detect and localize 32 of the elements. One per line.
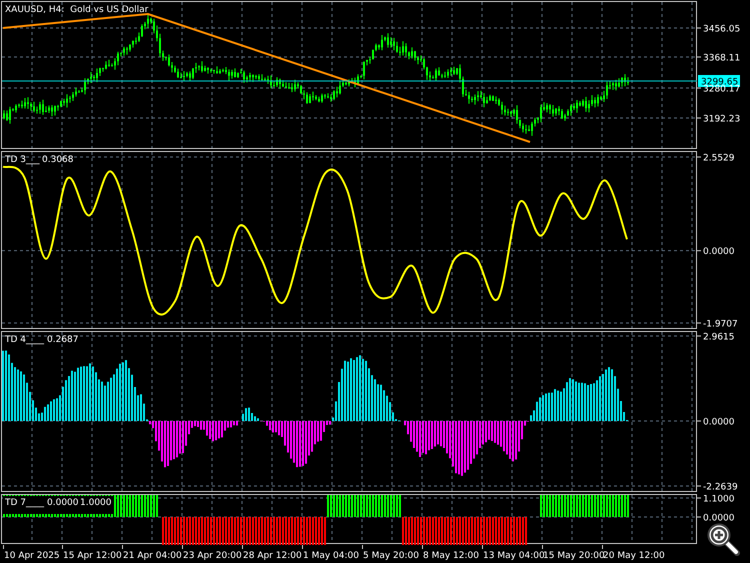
time-axis-label: 15 Apr 12:00 xyxy=(63,551,122,561)
time-axis-label: 20 May 12:00 xyxy=(603,551,665,561)
axis-label: 3280.17 xyxy=(703,84,740,94)
time-axis-label: 5 May 20:00 xyxy=(363,551,419,561)
time-axis-label: 10 Apr 2025 xyxy=(4,551,60,561)
axis-label: 3192.23 xyxy=(703,114,740,124)
indicator-value: 0.0000 xyxy=(47,498,78,508)
time-axis-label: 28 Apr 12:00 xyxy=(243,551,302,561)
time-axis-label: 8 May 12:00 xyxy=(423,551,479,561)
indicator-value: 1.0000 xyxy=(80,498,112,508)
time-axis-label: 1 May 04:00 xyxy=(303,551,359,561)
axis-label: 0.0000 xyxy=(703,514,734,524)
indicator-value: 0.3068 xyxy=(42,155,74,165)
axis-label: 3456.05 xyxy=(703,24,740,34)
time-axis-label: 13 May 04:00 xyxy=(483,551,545,561)
axis-label: -1.9707 xyxy=(703,320,738,330)
axis-label: 0.0000 xyxy=(703,247,734,258)
chart-title: XAUUSD, H4: Gold vs US Dollar xyxy=(5,5,148,15)
indicator-label: TD 7____ xyxy=(5,498,44,508)
indicator-label: TD 4____ xyxy=(5,335,44,345)
time-axis-label: 21 Apr 04:00 xyxy=(123,551,182,561)
indicator-label: TD 3___ xyxy=(5,155,40,165)
axis-label: 3368.11 xyxy=(703,54,740,64)
axis-label: 2.9615 xyxy=(703,332,734,342)
zoom-in-icon[interactable] xyxy=(706,522,740,556)
indicator-value: 0.2687 xyxy=(47,335,78,345)
time-axis-label: 15 May 20:00 xyxy=(543,551,605,561)
axis-label: -2.2639 xyxy=(703,482,738,492)
axis-label: 2.5529 xyxy=(703,154,734,164)
axis-label: 1.1000 xyxy=(703,494,734,504)
time-axis-label: 23 Apr 20:00 xyxy=(183,551,242,561)
axis-label: 0.0000 xyxy=(703,418,734,428)
